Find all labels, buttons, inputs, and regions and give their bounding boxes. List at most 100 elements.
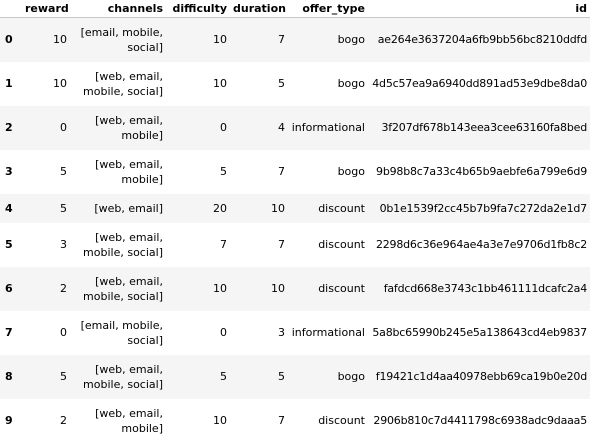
channels-cell: [web, email] (70, 194, 166, 223)
channels-cell: [web, email, mobile] (70, 399, 166, 442)
channels-cell: [email, mobile, social] (70, 311, 166, 355)
channels-line-1: [web, email, (95, 406, 163, 420)
difficulty-cell: 10 (213, 414, 227, 427)
channels-line-1: [web, email, (95, 362, 163, 376)
table-row: 6 2 [web, email, mobile, social] 10 10 di… (0, 266, 590, 311)
table-row: 1 10 [web, email, mobile, social] 10 5 bo… (0, 61, 590, 106)
reward-cell: 10 (53, 33, 67, 47)
offer-type-cell: discount (318, 414, 365, 427)
header-id: id (368, 0, 590, 18)
id-cell: ae264e3637204a6fb9bb56bc8210ddfd (377, 33, 587, 47)
table-row: 0 10 [email, mobile, social] 10 7 bogo ae… (0, 17, 590, 62)
difficulty-cell: 10 (213, 282, 227, 295)
channels-line-1: [web, email, (95, 274, 163, 288)
channels-line-2: mobile, social] (83, 289, 163, 303)
difficulty-cell: 20 (213, 201, 227, 215)
offer-type-cell: discount (318, 201, 365, 215)
table-row: 5 3 [web, email, mobile, social] 7 7 disc… (0, 222, 590, 267)
dataframe-table: reward channels difficulty duration offe… (0, 0, 590, 442)
row-index: 4 (5, 201, 13, 215)
header-offer-type: offer_type (288, 0, 368, 18)
duration-cell: 5 (278, 370, 285, 383)
offer-type-cell: bogo (337, 77, 365, 90)
channels-cell: [web, email, mobile] (70, 150, 166, 194)
duration-cell: 7 (278, 414, 285, 427)
difficulty-cell: 10 (213, 33, 227, 47)
id-cell: fafdcd668e3743c1bb461111dcafc2a4 (383, 282, 587, 295)
row-index: 9 (5, 414, 13, 427)
reward-cell: 5 (60, 370, 67, 383)
channels-line-2: mobile] (121, 172, 163, 186)
header-difficulty: difficulty (166, 0, 230, 18)
duration-cell: 7 (278, 165, 285, 178)
table-row: 4 5 [web, email] 20 10 discount 0b1e1539… (0, 193, 590, 223)
duration-cell: 5 (278, 77, 285, 90)
dataframe-output: reward channels difficulty duration offe… (0, 0, 604, 442)
table-row: 8 5 [web, email, mobile, social] 5 5 bogo… (0, 354, 590, 399)
id-cell: 4d5c57ea9a6940dd891ad53e9dbe8da0 (372, 77, 587, 90)
channels-cell: [email, mobile, social] (70, 18, 166, 62)
row-index: 8 (5, 370, 13, 383)
channels-cell: [web, email, mobile] (70, 106, 166, 150)
reward-cell: 5 (60, 165, 67, 178)
channels-line-2: mobile, social] (83, 377, 163, 391)
channels-line-1: [web, email, (95, 230, 163, 244)
channels-line-1: [email, mobile, (80, 318, 163, 332)
channels-line-2: mobile] (121, 421, 163, 435)
channels-line-1: [web, email, (95, 69, 163, 83)
channels-line-1: [web, email, (95, 113, 163, 127)
row-index: 3 (5, 165, 13, 178)
reward-cell: 2 (60, 414, 67, 427)
table-body: 0 10 [email, mobile, social] 10 7 bogo ae… (0, 17, 590, 442)
header-index (0, 0, 22, 18)
id-cell: 9b98b8c7a33c4b65b9aebfe6a799e6d9 (376, 165, 587, 178)
table-row: 2 0 [web, email, mobile] 0 4 informationa… (0, 105, 590, 150)
channels-line-2: mobile, social] (83, 245, 163, 259)
row-index: 5 (5, 238, 13, 251)
row-index: 2 (5, 121, 13, 134)
id-cell: 2906b810c7d4411798c6938adc9daaa5 (373, 414, 587, 427)
duration-cell: 4 (278, 121, 285, 134)
reward-cell: 0 (60, 121, 67, 134)
duration-cell: 10 (271, 282, 285, 295)
offer-type-cell: bogo (337, 370, 365, 383)
channels-line-1: [web, email] (94, 201, 163, 215)
difficulty-cell: 0 (220, 121, 227, 134)
id-cell: 5a8bc65990b245e5a138643cd4eb9837 (372, 326, 587, 339)
channels-cell: [web, email, mobile, social] (70, 355, 166, 399)
offer-type-cell: discount (318, 238, 365, 251)
table-row: 9 2 [web, email, mobile] 10 7 discount 29… (0, 398, 590, 442)
header-channels: channels (70, 0, 166, 18)
offer-type-cell: informational (291, 326, 365, 339)
channels-line-1: [web, email, (95, 157, 163, 171)
reward-cell: 3 (60, 238, 67, 251)
difficulty-cell: 7 (220, 238, 227, 251)
offer-type-cell: bogo (337, 165, 365, 178)
duration-cell: 7 (278, 33, 285, 47)
id-cell: 0b1e1539f2cc45b7b9fa7c272da2e1d7 (379, 201, 588, 215)
row-index: 1 (5, 77, 13, 90)
header-row: reward channels difficulty duration offe… (0, 0, 590, 18)
header-duration: duration (230, 0, 288, 18)
offer-type-cell: discount (318, 282, 365, 295)
channels-cell: [web, email, mobile, social] (70, 267, 166, 311)
id-cell: 2298d6c36e964ae4a3e7e9706d1fb8c2 (375, 238, 587, 251)
table-row: 3 5 [web, email, mobile] 5 7 bogo 9b98b8c… (0, 149, 590, 194)
id-cell: f19421c1d4aa40978ebb69ca19b0e20d (375, 370, 587, 383)
channels-cell: [web, email, mobile, social] (70, 223, 166, 267)
channels-line-2: mobile, social] (83, 84, 163, 98)
difficulty-cell: 5 (220, 165, 227, 178)
row-index: 6 (5, 282, 13, 295)
channels-line-1: [email, mobile, (80, 25, 163, 39)
channels-line-2: social] (127, 40, 163, 54)
reward-cell: 5 (60, 201, 67, 215)
table-header: reward channels difficulty duration offe… (0, 0, 590, 18)
reward-cell: 10 (53, 77, 67, 90)
row-index: 0 (5, 33, 13, 47)
offer-type-cell: bogo (337, 33, 365, 47)
table-row: 7 0 [email, mobile, social] 0 3 informati… (0, 310, 590, 355)
channels-cell: [web, email, mobile, social] (70, 62, 166, 106)
channels-line-2: social] (127, 333, 163, 347)
reward-cell: 2 (60, 282, 67, 295)
channels-line-2: mobile] (121, 128, 163, 142)
